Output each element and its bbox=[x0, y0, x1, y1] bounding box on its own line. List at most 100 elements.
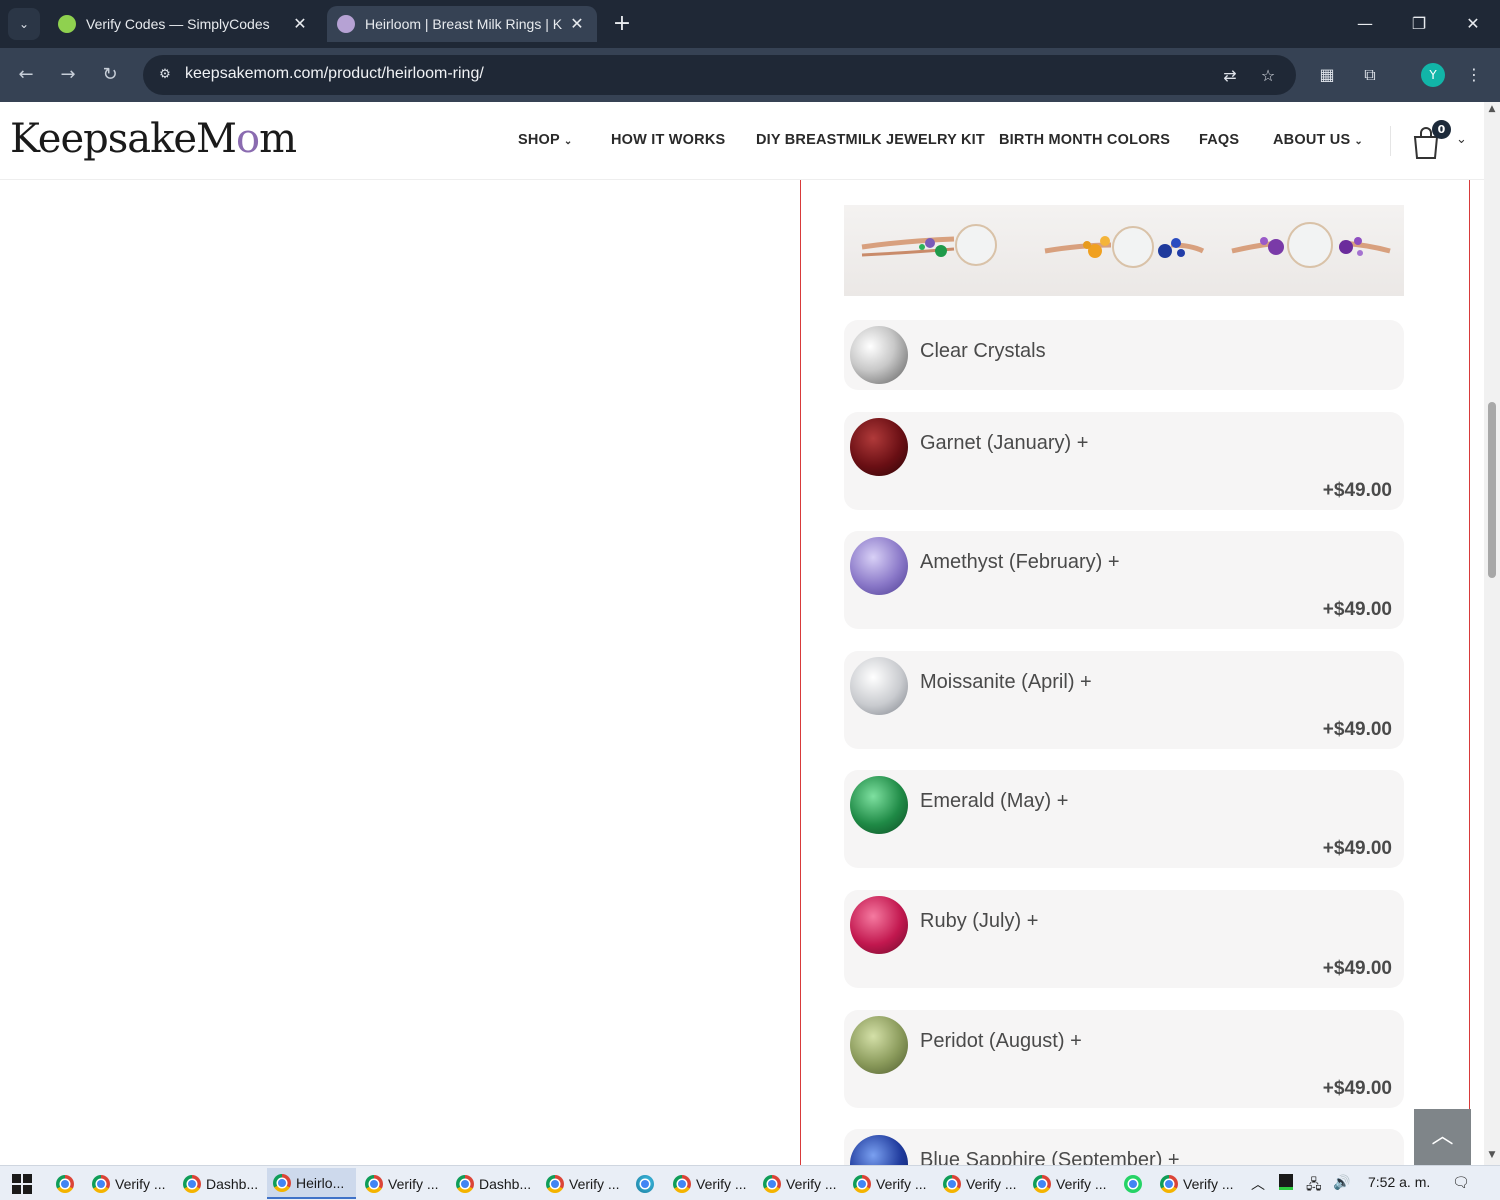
minimize-button[interactable]: — bbox=[1350, 10, 1380, 38]
taskbar-app[interactable]: Verify ... bbox=[757, 1168, 837, 1199]
option-label: Clear Crystals bbox=[920, 340, 1046, 362]
chrome-icon bbox=[183, 1174, 201, 1193]
site-settings-icon[interactable]: ⚙ bbox=[155, 65, 175, 85]
chrome-icon bbox=[853, 1174, 871, 1193]
taskbar-app-label: Verify ... bbox=[786, 1175, 837, 1192]
web-page: KeepsakeMom SHOP ⌄ HOW IT WORKS DIY BREAS… bbox=[0, 102, 1484, 1165]
nav-label: SHOP bbox=[518, 132, 560, 148]
chevron-down-icon[interactable]: ⌄ bbox=[1456, 132, 1467, 147]
tab-heirloom[interactable]: Heirloom | Breast Milk Rings | K ✕ bbox=[327, 6, 597, 42]
reload-icon[interactable]: ↻ bbox=[97, 62, 123, 88]
cart-count-badge: 0 bbox=[1432, 120, 1451, 139]
option-label: Emerald (May) + bbox=[920, 790, 1069, 812]
taskbar-app[interactable]: Verify ... bbox=[1027, 1168, 1107, 1199]
tab-simplycodes[interactable]: Verify Codes — SimplyCodes ✕ bbox=[48, 6, 320, 42]
close-tab-icon[interactable]: ✕ bbox=[567, 14, 587, 34]
close-window-button[interactable]: ✕ bbox=[1458, 10, 1488, 38]
chrome-icon bbox=[273, 1173, 291, 1192]
tray-app-icon[interactable] bbox=[1279, 1174, 1293, 1190]
restore-button[interactable]: ❐ bbox=[1404, 10, 1434, 38]
option-garnet[interactable]: Garnet (January) + +$49.00 bbox=[844, 412, 1404, 510]
taskbar-app-label: Verify ... bbox=[388, 1175, 439, 1192]
extensions-puzzle-icon[interactable]: ⧉ bbox=[1357, 62, 1383, 88]
option-amethyst[interactable]: Amethyst (February) + +$49.00 bbox=[844, 531, 1404, 629]
taskbar-app[interactable]: Verify ... bbox=[847, 1168, 927, 1199]
option-label: Peridot (August) + bbox=[920, 1030, 1082, 1052]
taskbar-app-active[interactable]: Heirlo... bbox=[267, 1168, 356, 1199]
network-icon[interactable]: 🖧 bbox=[1306, 1174, 1322, 1198]
option-emerald[interactable]: Emerald (May) + +$49.00 bbox=[844, 770, 1404, 868]
clock[interactable]: 7:52 a. m. bbox=[1368, 1174, 1430, 1190]
new-tab-button[interactable]: + bbox=[610, 10, 634, 38]
translate-icon[interactable]: ⇄ bbox=[1219, 65, 1241, 87]
option-label: Amethyst (February) + bbox=[920, 551, 1120, 573]
moissanite-gem-icon bbox=[850, 657, 908, 715]
logo-text-m: M bbox=[196, 116, 237, 162]
scroll-down-arrow-icon[interactable]: ▼ bbox=[1487, 1150, 1497, 1160]
more-menu-icon[interactable]: ⋮ bbox=[1461, 62, 1487, 88]
taskbar-app-label: Dashb... bbox=[479, 1175, 532, 1192]
taskbar-app[interactable]: Verify ... bbox=[359, 1168, 439, 1199]
taskbar-edge[interactable] bbox=[630, 1168, 659, 1199]
forward-arrow-icon[interactable]: → bbox=[55, 62, 81, 88]
taskbar-app-label: Verify ... bbox=[966, 1175, 1017, 1192]
taskbar-app[interactable]: Dashb... bbox=[450, 1168, 531, 1199]
option-clear-crystals[interactable]: Clear Crystals bbox=[844, 320, 1404, 390]
taskbar-app-label: Verify ... bbox=[876, 1175, 927, 1192]
bookmark-star-icon[interactable]: ☆ bbox=[1257, 65, 1279, 87]
taskbar-app[interactable]: Verify ... bbox=[667, 1168, 747, 1199]
profile-avatar[interactable]: Y bbox=[1421, 63, 1445, 87]
nav-diy-kit[interactable]: DIY BREASTMILK JEWELRY KIT bbox=[756, 132, 985, 148]
taskbar-app[interactable]: Verify ... bbox=[540, 1168, 620, 1199]
nav-faqs[interactable]: FAQS bbox=[1199, 132, 1239, 148]
scroll-to-top-button[interactable]: ︿ bbox=[1414, 1109, 1471, 1165]
site-logo[interactable]: KeepsakeMom bbox=[10, 116, 297, 162]
close-tab-icon[interactable]: ✕ bbox=[290, 14, 310, 34]
notifications-icon[interactable]: 🗨 bbox=[1452, 1174, 1470, 1191]
nav-birth-month-colors[interactable]: BIRTH MONTH COLORS bbox=[999, 132, 1170, 148]
taskbar-app[interactable]: Verify ... bbox=[1154, 1168, 1234, 1199]
windows-start-icon[interactable] bbox=[12, 1174, 32, 1194]
option-price: +$49.00 bbox=[1322, 958, 1392, 979]
tab-title: Verify Codes — SimplyCodes bbox=[86, 16, 270, 32]
emerald-gem-icon bbox=[850, 776, 908, 834]
nav-label: ABOUT US bbox=[1273, 132, 1351, 148]
scroll-up-arrow-icon[interactable]: ▲ bbox=[1487, 104, 1497, 114]
option-blue-sapphire[interactable]: Blue Sapphire (September) + bbox=[844, 1129, 1404, 1165]
nav-about-us[interactable]: ABOUT US ⌄ bbox=[1273, 132, 1363, 148]
taskbar-whatsapp[interactable] bbox=[1118, 1168, 1147, 1199]
taskbar-app-label: Dashb... bbox=[206, 1175, 259, 1192]
nav-shop[interactable]: SHOP ⌄ bbox=[518, 132, 573, 148]
ring-image bbox=[1044, 226, 1205, 268]
browser-tab-strip: ⌄ Verify Codes — SimplyCodes ✕ Heirloom … bbox=[0, 0, 1500, 48]
option-label: Blue Sapphire (September) + bbox=[920, 1149, 1180, 1165]
taskbar-app[interactable]: Verify ... bbox=[937, 1168, 1017, 1199]
chevron-down-icon: ⌄ bbox=[563, 136, 573, 147]
site-header: KeepsakeMom SHOP ⌄ HOW IT WORKS DIY BREAS… bbox=[0, 102, 1484, 180]
taskbar-chrome-pinned[interactable] bbox=[50, 1168, 79, 1199]
taskbar-app[interactable]: Dashb... bbox=[177, 1168, 258, 1199]
taskbar-app[interactable]: Verify ... bbox=[86, 1168, 166, 1199]
nav-how-it-works[interactable]: HOW IT WORKS bbox=[611, 132, 725, 148]
taskbar-app-label: Verify ... bbox=[1056, 1175, 1107, 1192]
clear-crystal-gem-icon bbox=[850, 326, 908, 384]
rings-banner-image bbox=[844, 205, 1404, 296]
extension-icon[interactable]: ▦ bbox=[1314, 62, 1340, 88]
option-ruby[interactable]: Ruby (July) + +$49.00 bbox=[844, 890, 1404, 988]
scrollbar-thumb[interactable] bbox=[1488, 402, 1496, 578]
column-border bbox=[800, 180, 801, 1165]
address-bar[interactable]: ⚙ keepsakemom.com/product/heirloom-ring/… bbox=[143, 55, 1296, 95]
browser-toolbar: ← → ↻ ⚙ keepsakemom.com/product/heirloom… bbox=[0, 48, 1500, 102]
option-peridot[interactable]: Peridot (August) + +$49.00 bbox=[844, 1010, 1404, 1108]
page-scrollbar[interactable]: ▲ ▼ bbox=[1484, 102, 1500, 1165]
tab-search-button[interactable]: ⌄ bbox=[8, 8, 40, 40]
ring-image bbox=[1231, 222, 1391, 268]
url-text[interactable]: keepsakemom.com/product/heirloom-ring/ bbox=[185, 65, 484, 83]
option-moissanite[interactable]: Moissanite (April) + +$49.00 bbox=[844, 651, 1404, 749]
column-border bbox=[1469, 180, 1470, 1165]
back-arrow-icon[interactable]: ← bbox=[13, 62, 39, 88]
volume-icon[interactable]: 🔊 bbox=[1333, 1174, 1350, 1191]
blue-sapphire-gem-icon bbox=[850, 1135, 908, 1165]
show-hidden-icons-icon[interactable]: ︿ bbox=[1251, 1174, 1265, 1194]
tab-title: Heirloom | Breast Milk Rings | K bbox=[365, 16, 563, 32]
